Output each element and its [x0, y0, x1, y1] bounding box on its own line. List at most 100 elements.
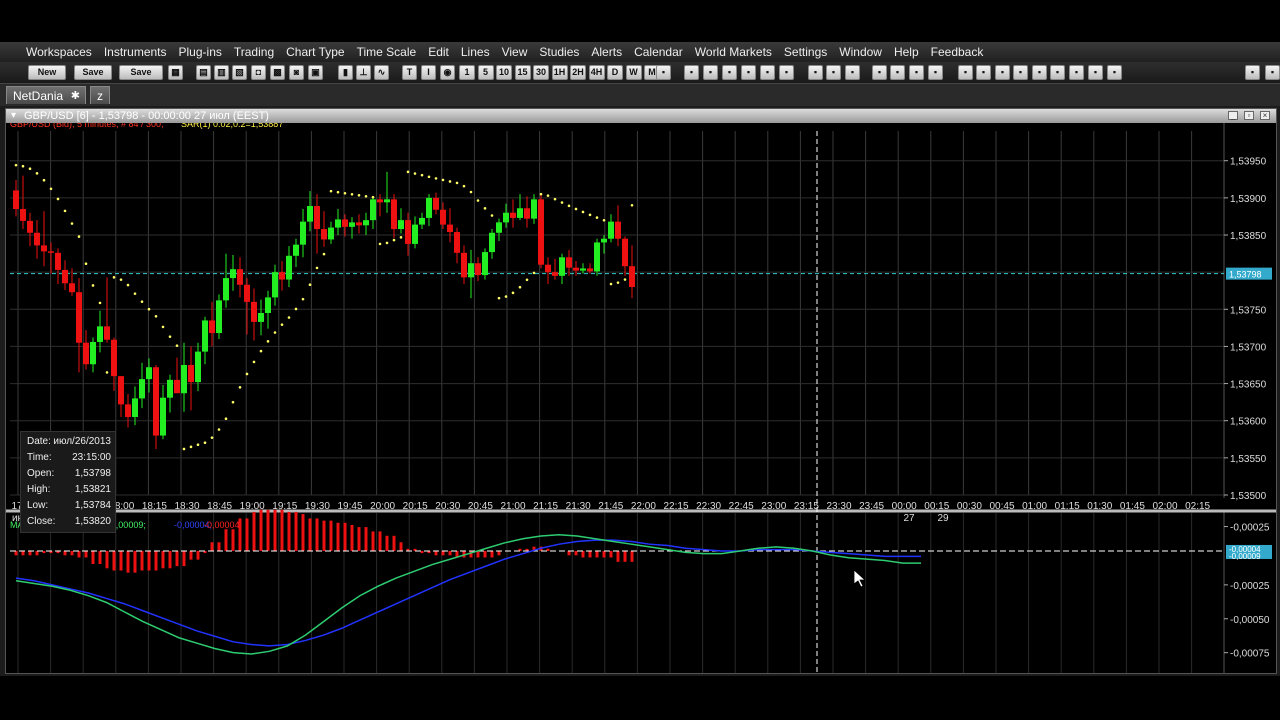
sar-dot [511, 291, 515, 295]
timeframe-10-button[interactable]: 10 [496, 65, 512, 80]
time-axis-day: 27 [903, 513, 915, 524]
menu-lines[interactable]: Lines [455, 45, 496, 59]
menu-alerts[interactable]: Alerts [585, 45, 628, 59]
toolbar-tool-icon[interactable]: ▪ [1245, 65, 1260, 80]
toolbar-tool-icon[interactable]: ▮ [338, 65, 353, 80]
timeframe-15-button[interactable]: 15 [514, 65, 531, 80]
menu-edit[interactable]: Edit [422, 45, 455, 59]
candle-body [496, 222, 502, 233]
save-as-button[interactable]: Save as... [119, 65, 163, 80]
candle-body [475, 263, 481, 276]
time-axis-label: 18:15 [142, 501, 167, 512]
toolbar-tool-icon[interactable]: ▪ [958, 65, 973, 80]
candle-body [181, 365, 187, 394]
toolbar-tool-icon[interactable]: ▪ [722, 65, 737, 80]
toolbar-tool-icon[interactable]: I [421, 65, 436, 80]
timeframe-w-button[interactable]: W [625, 65, 642, 80]
time-axis-label: 21:15 [533, 501, 558, 512]
toolbar-tool-icon[interactable]: ▩ [270, 65, 285, 80]
window-menu-icon[interactable]: ▾ [11, 109, 16, 123]
menu-instruments[interactable]: Instruments [98, 45, 173, 59]
toolbar-tool-icon[interactable]: ▣ [308, 65, 323, 80]
candle-body [209, 320, 215, 334]
menu-help[interactable]: Help [888, 45, 925, 59]
toolbar-tool-icon[interactable]: ▪ [1265, 65, 1280, 80]
toolbar-tool-icon[interactable]: ▪ [1050, 65, 1065, 80]
tab-close-icon[interactable]: ✱ [71, 87, 80, 105]
toolbar-tool-icon[interactable]: ▪ [976, 65, 991, 80]
menu-settings[interactable]: Settings [778, 45, 833, 59]
candle-body [34, 232, 40, 246]
candle-body [545, 264, 551, 273]
candle-body [188, 365, 194, 383]
timeframe-d-button[interactable]: D [607, 65, 623, 80]
timeframe-1h-button[interactable]: 1H [551, 65, 568, 80]
close-icon[interactable]: × [1260, 111, 1270, 120]
toolbar-tool-icon[interactable]: ▪ [741, 65, 756, 80]
menu-calendar[interactable]: Calendar [628, 45, 689, 59]
toolbar-tool-icon[interactable]: ▪ [808, 65, 823, 80]
toolbar-tool-icon[interactable]: ▪ [826, 65, 841, 80]
restore-icon[interactable]: ▫ [1244, 111, 1254, 120]
toolbar-tool-icon[interactable]: ▪ [928, 65, 943, 80]
toolbar-tool-icon[interactable]: ▥ [214, 65, 229, 80]
toolbar-tool-icon[interactable]: ▪ [909, 65, 924, 80]
minimize-icon[interactable]: _ [1228, 111, 1238, 120]
candle-body [510, 212, 516, 218]
toolbar-tool-icon[interactable]: ▪ [845, 65, 860, 80]
info-key: Open: [27, 468, 55, 479]
menu-time-scale[interactable]: Time Scale [351, 45, 423, 59]
sar-dot [217, 428, 221, 431]
menu-world-markets[interactable]: World Markets [689, 45, 778, 59]
toolbar-tool-icon[interactable]: ▪ [1032, 65, 1047, 80]
price-axis-label: 1,53500 [1230, 491, 1267, 502]
menu-trading[interactable]: Trading [228, 45, 280, 59]
toolbar-tool-icon[interactable]: ◘ [251, 65, 266, 80]
tab-netdania[interactable]: NetDania ✱ [6, 86, 86, 104]
chart-canvas[interactable]: 1,53950 1,53900 1,53850 1,53750 1,53700 1,536… [6, 123, 1276, 673]
tab-z[interactable]: z [90, 86, 110, 104]
new-button[interactable]: New [28, 65, 66, 80]
menu-feedback[interactable]: Feedback [925, 45, 990, 59]
toolbar-tool-icon[interactable]: ▪ [1107, 65, 1122, 80]
toolbar-tool-icon[interactable]: ▪ [703, 65, 718, 80]
toolbar-tool-icon[interactable]: ▪ [760, 65, 775, 80]
timeframe-30-button[interactable]: 30 [533, 65, 549, 80]
toolbar-tool-icon[interactable]: ▪ [890, 65, 905, 80]
toolbar-tool-icon[interactable]: ▦ [168, 65, 183, 80]
info-value: 1,53798 [74, 468, 111, 479]
menu-workspaces[interactable]: Workspaces [20, 45, 98, 59]
time-axis-label: 22:15 [663, 501, 688, 512]
toolbar-tool-icon[interactable]: ▪ [779, 65, 794, 80]
toolbar-tool-icon[interactable]: ∿ [374, 65, 389, 80]
toolbar-tool-icon[interactable]: ▪ [872, 65, 887, 80]
menu-chart-type[interactable]: Chart Type [280, 45, 350, 59]
menu-window[interactable]: Window [833, 45, 888, 59]
toolbar-tool-icon[interactable]: ◉ [440, 65, 455, 80]
toolbar-tool-icon[interactable]: ▪ [995, 65, 1010, 80]
toolbar-tool-icon[interactable]: ▪ [656, 65, 671, 80]
candle-body [223, 278, 229, 301]
toolbar-tool-icon[interactable]: ▪ [1013, 65, 1028, 80]
toolbar-tool-icon[interactable]: ▪ [1069, 65, 1084, 80]
info-key: Date: [27, 436, 51, 447]
menu-view[interactable]: View [496, 45, 534, 59]
timeframe-1-button[interactable]: 1 [459, 65, 475, 80]
timeframe-4h-button[interactable]: 4H [588, 65, 605, 80]
toolbar-tool-icon[interactable]: ▧ [232, 65, 247, 80]
toolbar-tool-icon[interactable]: T [402, 65, 417, 80]
save-button[interactable]: Save [74, 65, 112, 80]
timeframe-5-button[interactable]: 5 [477, 65, 494, 80]
sar-dot [231, 400, 235, 404]
sar-dot [112, 276, 116, 279]
toolbar-tool-icon[interactable]: ⊥ [356, 65, 371, 80]
toolbar-tool-icon[interactable]: ▪ [684, 65, 699, 80]
menu-plug-ins[interactable]: Plug-ins [173, 45, 228, 59]
timeframe-2h-button[interactable]: 2H [570, 65, 586, 80]
menu-studies[interactable]: Studies [533, 45, 585, 59]
candle-body [594, 242, 600, 272]
sar-dot [490, 214, 494, 217]
toolbar-tool-icon[interactable]: ▪ [1088, 65, 1103, 80]
toolbar-tool-icon[interactable]: ▤ [196, 65, 211, 80]
toolbar-tool-icon[interactable]: ◙ [289, 65, 304, 80]
